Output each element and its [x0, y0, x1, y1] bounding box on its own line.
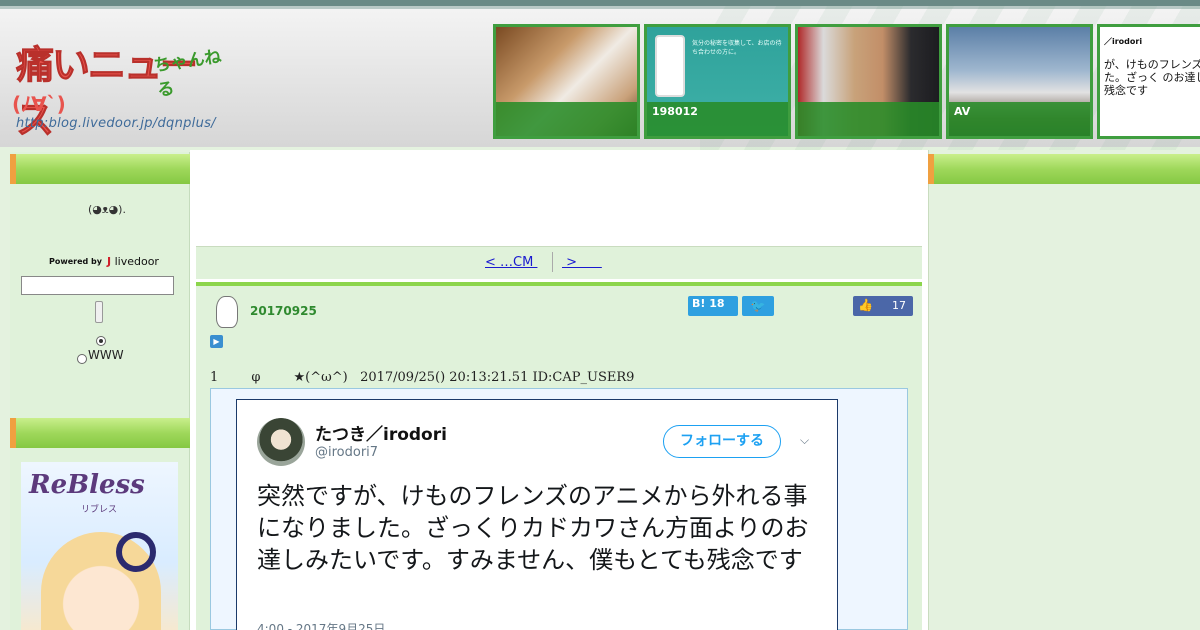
thumbnail-2[interactable]: 気分の秘密を収集して、お店の待ち合わせの方に。 198012	[644, 24, 791, 139]
hatena-label: B!	[692, 297, 706, 310]
thumbnail-4[interactable]: AV	[946, 24, 1093, 139]
cat-icon	[216, 296, 238, 328]
thumbs-up-icon: 👍	[858, 298, 873, 312]
phone-icon	[655, 35, 685, 97]
logo-subtitle: ちゃんねる	[152, 46, 223, 101]
livedoor-label: livedoor	[114, 255, 159, 268]
hatena-bookmark-button[interactable]: B! 18	[688, 296, 738, 316]
face-icon: (◕ᴥ◕).	[88, 203, 126, 216]
search-input[interactable]	[21, 276, 174, 295]
rebless-banner[interactable]: ReBless リブレス	[21, 462, 178, 630]
livedoor-logo: J livedoor	[107, 255, 159, 268]
tweet-avatar[interactable]	[257, 418, 305, 466]
radio-blog[interactable]	[96, 336, 106, 346]
tweet-text: 突然ですが、けものフレンズのアニメから外れる事になりました。ざっくりカドカワさん…	[257, 482, 809, 574]
thumbnail-title: ／irodori	[1104, 37, 1143, 46]
thumbnail-caption	[496, 102, 637, 136]
logo-url: http:blog.livedoor.jp/dqnplus/	[16, 116, 216, 131]
thumbnail-caption: AV	[949, 102, 1090, 136]
tweet-author-handle[interactable]: @irodori7	[315, 445, 378, 460]
banner-title: ReBless	[29, 470, 145, 500]
thumbnail-5[interactable]: ／irodori が、けものフレンズ なりました。ざっく のお達しみたいで 残念…	[1097, 24, 1200, 139]
prev-post-link[interactable]: < …CM	[485, 255, 537, 270]
right-sidebar	[928, 150, 1200, 630]
twitter-share-button[interactable]: 🐦	[742, 296, 774, 316]
thumbnail-caption	[798, 102, 939, 136]
chevron-down-icon[interactable]: ⌵	[800, 433, 809, 448]
twitter-bird-icon: 🐦	[750, 299, 766, 313]
radio-www-label: WWW	[88, 348, 124, 362]
thumbnail-body: が、けものフレンズ なりました。ざっく のお達しみたいで 残念です	[1104, 58, 1200, 97]
hatena-count: 18	[709, 297, 725, 310]
follow-button[interactable]: フォローする	[663, 425, 781, 458]
radio-www[interactable]	[77, 354, 87, 364]
article-date: 20170925	[250, 304, 317, 318]
tweet-timestamp[interactable]: 4:00 - 2017年9月25日	[257, 620, 385, 630]
sidebar-header-2	[10, 418, 190, 448]
like-count: 17	[892, 299, 906, 312]
logo-face: (ﾉ∀`)	[12, 92, 66, 116]
thumbnail-image: ／irodori が、けものフレンズ なりました。ざっく のお達しみたいで 残念…	[1100, 27, 1200, 136]
next-post-link[interactable]: >	[562, 255, 602, 270]
site-header: 痛いニュース ちゃんねる (ﾉ∀`) http:blog.livedoor.jp…	[0, 0, 1200, 153]
sidebar-header-1	[10, 154, 190, 184]
post-nav: < …CM >	[196, 246, 922, 279]
thumbnail-caption: 198012	[647, 102, 788, 136]
thumbnail-1[interactable]	[493, 24, 640, 139]
banner-subtitle: リブレス	[81, 505, 118, 515]
powered-by: Powered by J livedoor	[49, 255, 159, 268]
post-header-line: 1 φ ★(^ω^) 2017/09/25() 20:13:21.51 ID:C…	[210, 370, 635, 385]
thumbnail-text: ／irodori が、けものフレンズ なりました。ざっく のお達しみたいで 残念…	[1104, 35, 1200, 97]
site-logo[interactable]: 痛いニュース ちゃんねる (ﾉ∀`) http:blog.livedoor.jp…	[10, 28, 230, 143]
banner-ribbon	[116, 532, 156, 572]
tweet-author-name[interactable]: たつき／irodori	[315, 420, 447, 445]
facebook-like-button[interactable]: 👍 17	[853, 296, 913, 316]
search-button[interactable]	[95, 301, 103, 323]
right-sidebar-header	[928, 154, 1200, 184]
nav-divider	[552, 252, 553, 272]
thumbnail-text: 気分の秘密を収集して、お店の待ち合わせの方に。	[692, 40, 782, 56]
powered-by-label: Powered by	[49, 257, 102, 266]
thumbnail-3[interactable]	[795, 24, 942, 139]
play-icon[interactable]: ▶	[210, 335, 223, 348]
